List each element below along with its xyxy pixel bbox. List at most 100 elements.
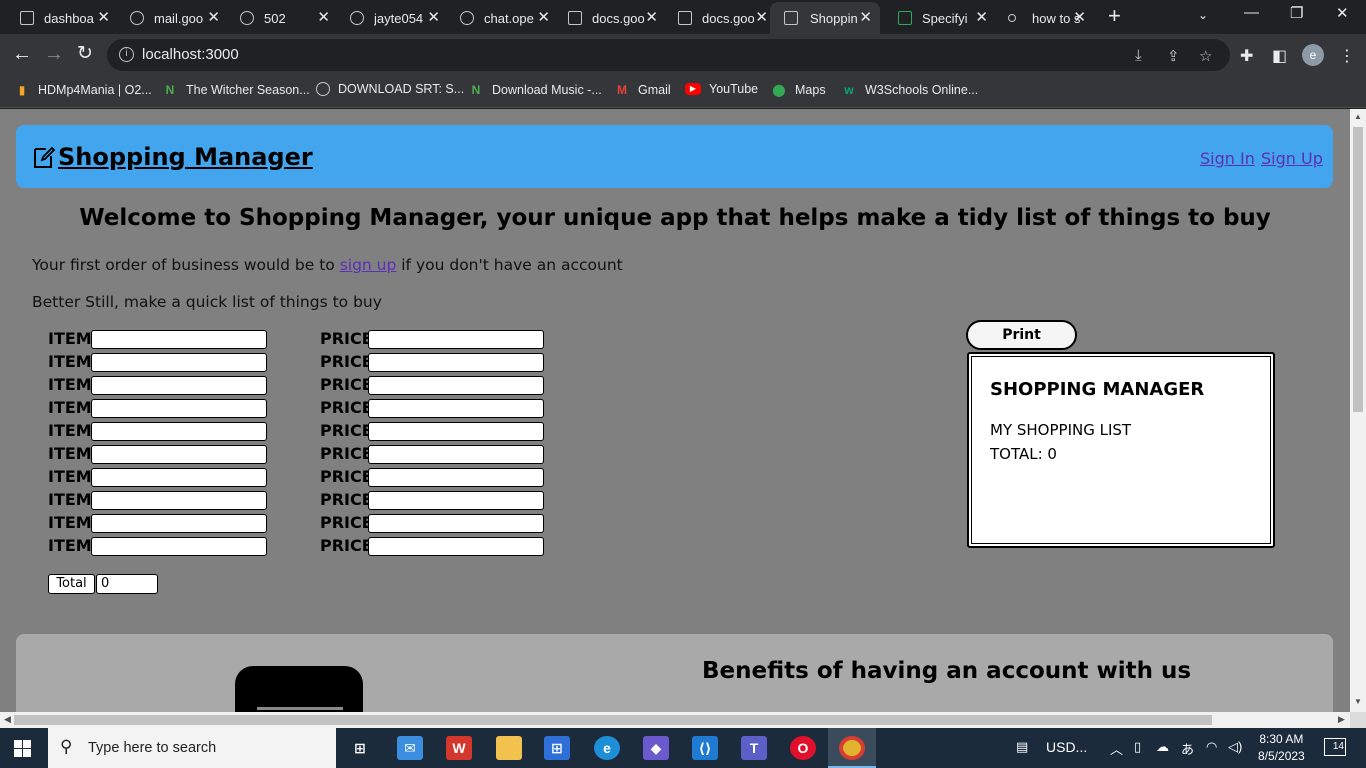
sign-up-link[interactable]: Sign Up xyxy=(1261,149,1323,168)
tab-chat[interactable]: chat.ope ✕ xyxy=(440,2,558,34)
close-tab-icon[interactable]: ✕ xyxy=(97,8,110,26)
reload-icon[interactable]: ↻ xyxy=(77,43,93,65)
close-tab-icon[interactable]: ✕ xyxy=(427,8,440,26)
bookmark-star-icon[interactable]: ☆ xyxy=(1199,47,1212,65)
price-input[interactable] xyxy=(368,330,544,349)
wps-office-icon[interactable]: W xyxy=(446,736,472,760)
bookmark-download-srt[interactable]: DOWNLOAD SRT: S... xyxy=(316,82,464,96)
tab-specifying[interactable]: Specifyi ✕ xyxy=(878,2,996,34)
bookmark-hdmp4mania[interactable]: ▮ HDMp4Mania | O2... xyxy=(14,82,152,98)
menu-icon[interactable]: ⋮ xyxy=(1339,46,1355,66)
close-window-icon[interactable]: ✕ xyxy=(1336,4,1349,22)
close-tab-icon[interactable]: ✕ xyxy=(317,8,330,26)
price-input[interactable] xyxy=(368,537,544,556)
address-bar[interactable]: i localhost:3000 ⤓ ⇪ ☆ xyxy=(107,39,1230,71)
item-input[interactable] xyxy=(91,537,267,556)
item-input[interactable] xyxy=(91,445,267,464)
item-input[interactable] xyxy=(91,376,267,395)
brand[interactable]: Shopping Manager xyxy=(32,143,313,171)
extensions-icon[interactable]: ✚ xyxy=(1240,46,1253,66)
battery-icon[interactable]: ▯ xyxy=(1134,739,1141,755)
scroll-left-icon[interactable]: ◀ xyxy=(4,714,11,725)
bookmark-download-music[interactable]: N Download Music -... xyxy=(468,82,602,98)
scroll-right-icon[interactable]: ▶ xyxy=(1338,714,1345,725)
item-input[interactable] xyxy=(91,330,267,349)
opera-icon[interactable]: O xyxy=(790,736,816,760)
price-input[interactable] xyxy=(368,514,544,533)
onedrive-icon[interactable]: ☁ xyxy=(1156,739,1169,755)
scroll-up-icon[interactable]: ▲ xyxy=(1354,112,1362,121)
mail-icon[interactable]: ✉ xyxy=(397,736,423,760)
close-tab-icon[interactable]: ✕ xyxy=(975,8,988,26)
teams-icon[interactable]: T xyxy=(741,736,767,760)
side-panel-icon[interactable]: ◧ xyxy=(1272,46,1287,66)
tab-502[interactable]: 502 ✕ xyxy=(220,2,338,34)
tab-dashboard[interactable]: dashboa ✕ xyxy=(0,2,118,34)
bookmark-maps[interactable]: ⬤ Maps xyxy=(771,82,825,98)
price-input[interactable] xyxy=(368,468,544,487)
currency-widget-icon[interactable]: ▤ xyxy=(1016,739,1028,755)
print-button[interactable]: Print xyxy=(966,320,1077,350)
currency-widget[interactable]: USD... xyxy=(1046,739,1087,755)
scroll-down-icon[interactable]: ▼ xyxy=(1354,697,1362,706)
notifications-icon[interactable]: 14 xyxy=(1324,738,1346,756)
item-input[interactable] xyxy=(91,491,267,510)
bookmark-w3schools[interactable]: w W3Schools Online... xyxy=(841,82,978,98)
tab-docs-1[interactable]: docs.goo ✕ xyxy=(548,2,666,34)
tab-docs-2[interactable]: docs.goo ✕ xyxy=(658,2,776,34)
item-input[interactable] xyxy=(91,422,267,441)
share-icon[interactable]: ⇪ xyxy=(1167,47,1180,65)
item-input[interactable] xyxy=(91,468,267,487)
back-icon[interactable]: ← xyxy=(12,43,32,65)
restore-icon[interactable]: ❐ xyxy=(1290,4,1303,22)
tab-how-to[interactable]: how to s ✕ xyxy=(988,2,1094,34)
vertical-scrollbar[interactable]: ▲ ▼ xyxy=(1350,109,1366,712)
brand-name[interactable]: Shopping Manager xyxy=(58,143,313,171)
language-icon[interactable]: あ xyxy=(1181,739,1194,758)
horizontal-scrollbar[interactable]: ◀ ▶ xyxy=(0,712,1350,728)
show-hidden-icons-icon[interactable]: ︿ xyxy=(1110,739,1123,758)
scroll-thumb[interactable] xyxy=(14,715,1212,725)
clock[interactable]: 8:30 AM 8/5/2023 xyxy=(1258,731,1305,765)
price-input[interactable] xyxy=(368,376,544,395)
tab-github[interactable]: jayte054 ✕ xyxy=(330,2,448,34)
close-tab-icon[interactable]: ✕ xyxy=(755,8,768,26)
price-input[interactable] xyxy=(368,422,544,441)
taskbar-search[interactable]: ⚲ Type here to search xyxy=(48,728,336,768)
total-field[interactable]: 0 xyxy=(96,574,158,594)
price-input[interactable] xyxy=(368,353,544,372)
tab-search-icon[interactable]: ⌄ xyxy=(1198,8,1208,22)
price-input[interactable] xyxy=(368,399,544,418)
close-tab-icon[interactable]: ✕ xyxy=(207,8,220,26)
bookmark-witcher[interactable]: N The Witcher Season... xyxy=(162,82,310,98)
volume-icon[interactable]: ◁) xyxy=(1228,739,1242,755)
chrome-taskbar-item[interactable] xyxy=(828,728,876,768)
item-input[interactable] xyxy=(91,353,267,372)
tab-shopping[interactable]: Shoppin ✕ xyxy=(770,2,880,34)
bookmark-gmail[interactable]: M Gmail xyxy=(614,82,671,98)
edge-icon[interactable]: e xyxy=(594,736,620,760)
minimize-icon[interactable]: — xyxy=(1244,4,1259,21)
sign-in-link[interactable]: Sign In xyxy=(1200,149,1255,168)
vscode-icon[interactable]: ⟨⟩ xyxy=(692,736,718,760)
item-input[interactable] xyxy=(91,399,267,418)
item-input[interactable] xyxy=(91,514,267,533)
close-tab-icon[interactable]: ✕ xyxy=(645,8,658,26)
task-view-icon[interactable]: ⊞ xyxy=(347,736,373,760)
windows-start-icon[interactable] xyxy=(14,740,31,757)
inline-sign-up-link[interactable]: sign up xyxy=(340,256,397,274)
clipchamp-icon[interactable]: ◆ xyxy=(643,736,669,760)
total-button[interactable]: Total xyxy=(48,574,95,594)
wifi-icon[interactable]: ◠ xyxy=(1206,739,1217,755)
price-input[interactable] xyxy=(368,491,544,510)
new-tab-icon[interactable]: + xyxy=(1108,3,1121,29)
price-input[interactable] xyxy=(368,445,544,464)
forward-icon[interactable]: → xyxy=(44,43,64,65)
tab-mail[interactable]: mail.goo ✕ xyxy=(110,2,228,34)
profile-avatar[interactable]: e xyxy=(1302,44,1324,66)
microsoft-store-icon[interactable]: ⊞ xyxy=(544,736,570,760)
bookmark-youtube[interactable]: ▶ YouTube xyxy=(685,82,758,96)
scroll-thumb[interactable] xyxy=(1353,127,1363,412)
close-tab-icon[interactable]: ✕ xyxy=(1073,8,1086,26)
file-explorer-icon[interactable] xyxy=(496,736,522,760)
